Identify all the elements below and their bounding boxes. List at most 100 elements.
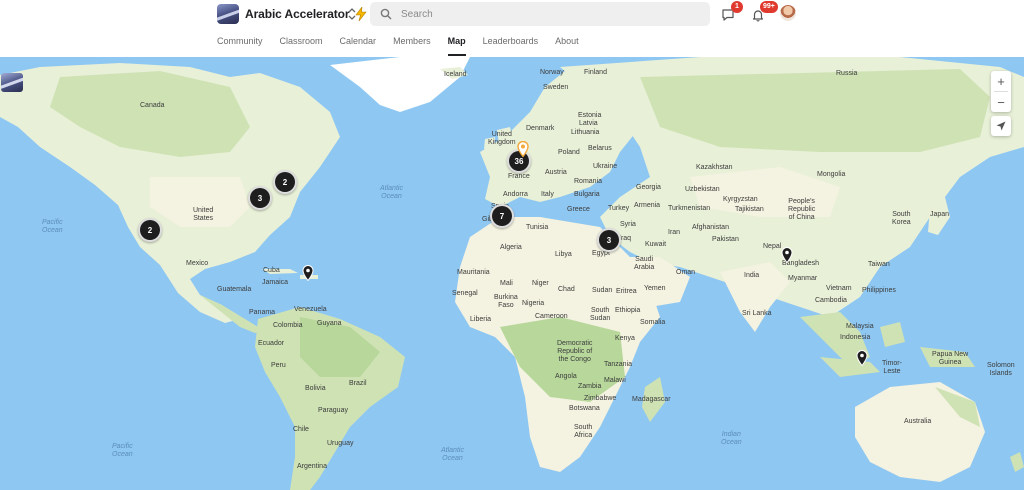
label-kenya: Kenya [615, 335, 635, 342]
world-map[interactable]: Russia Canada Iceland Norway Finland Swe… [0, 57, 1024, 490]
label-estonia: Estonia [578, 112, 602, 119]
search-input[interactable] [401, 8, 701, 20]
zoom-controls: + − [991, 71, 1011, 112]
tab-classroom[interactable]: Classroom [280, 36, 323, 56]
member-pin-bangladesh[interactable] [781, 246, 793, 264]
label-united-kingdom: United Kingdom [488, 131, 516, 146]
user-avatar[interactable] [780, 5, 796, 21]
label-kuwait: Kuwait [645, 241, 667, 248]
tab-calendar[interactable]: Calendar [340, 36, 377, 56]
label-libya: Libya [555, 251, 572, 258]
tab-about[interactable]: About [555, 36, 579, 56]
label-kyrgyzstan: Kyrgyzstan [723, 196, 758, 203]
label-iran: Iran [668, 229, 681, 236]
notifications-button[interactable]: 99+ [749, 1, 778, 23]
label-turkmenistan: Turkmenistan [668, 205, 711, 212]
tab-map[interactable]: Map [447, 36, 466, 56]
label-andorra: Andorra [503, 191, 528, 198]
member-cluster-us-east[interactable]: 3 [248, 186, 272, 210]
label-russia: Russia [836, 70, 858, 77]
member-cluster-north-africa[interactable]: 7 [490, 204, 514, 228]
label-liberia: Liberia [470, 316, 492, 323]
label-india: India [744, 272, 760, 279]
label-kazakhstan: Kazakhstan [696, 164, 733, 171]
label-cameroon: Cameroon [535, 313, 568, 320]
member-pin-indonesia[interactable] [856, 349, 868, 367]
label-china: People's Republic of China [788, 198, 816, 221]
member-pin-highlighted[interactable] [517, 140, 529, 158]
tab-community[interactable]: Community [217, 36, 263, 56]
label-jamaica: Jamaica [262, 279, 289, 286]
label-nepal: Nepal [763, 243, 782, 250]
label-norway: Norway [540, 69, 564, 76]
label-guatemala: Guatemala [217, 286, 252, 293]
label-pacific-ocean-south: Pacific Ocean [112, 443, 133, 458]
label-italy: Italy [541, 191, 554, 198]
label-romania: Romania [574, 178, 603, 185]
label-oman: Oman [676, 269, 696, 276]
label-burkina-faso: Burkina Faso [494, 294, 518, 309]
label-indonesia: Indonesia [840, 334, 871, 341]
member-cluster-middle-east[interactable]: 3 [597, 228, 621, 252]
label-south-africa: South Africa [574, 424, 593, 439]
label-malaysia: Malaysia [846, 323, 874, 330]
community-thumbnail[interactable] [1, 73, 23, 92]
label-angola: Angola [555, 373, 577, 380]
tab-leaderboards[interactable]: Leaderboards [483, 36, 539, 56]
label-ukraine: Ukraine [593, 163, 618, 170]
zoom-in-button[interactable]: + [991, 71, 1011, 91]
tab-members[interactable]: Members [393, 36, 431, 56]
label-myanmar: Myanmar [788, 275, 818, 282]
label-timor-leste: Timor- Leste [882, 360, 902, 375]
label-yemen: Yemen [644, 285, 666, 292]
map-base-layer [0, 57, 1024, 490]
label-armenia: Armenia [634, 202, 661, 209]
label-chad: Chad [558, 286, 575, 293]
label-chile: Chile [293, 426, 309, 433]
label-atlantic-ocean: Atlantic Ocean [380, 185, 403, 200]
label-vietnam: Vietnam [826, 285, 852, 292]
label-tunisia: Tunisia [526, 224, 549, 231]
label-australia: Australia [904, 418, 932, 425]
member-cluster-us-west[interactable]: 2 [138, 218, 162, 242]
community-name: Arabic Accelerator [245, 7, 350, 21]
community-nav: Community Classroom Calendar Members Map… [217, 36, 579, 56]
label-mongolia: Mongolia [817, 171, 846, 178]
label-colombia: Colombia [273, 322, 303, 329]
label-philippines: Philippines [862, 287, 896, 294]
label-zambia: Zambia [578, 383, 602, 390]
member-pin-caribbean[interactable] [302, 264, 314, 282]
label-austria: Austria [545, 169, 567, 176]
label-syria: Syria [620, 221, 636, 228]
label-bulgaria: Bulgaria [574, 191, 600, 198]
member-cluster-canada-east[interactable]: 2 [273, 170, 297, 194]
chevron-updown-icon[interactable] [346, 6, 358, 22]
label-nigeria: Nigeria [522, 300, 545, 307]
label-finland: Finland [584, 69, 607, 76]
locate-button[interactable] [991, 116, 1011, 136]
label-drc: Democratic Republic of the Congo [557, 340, 593, 363]
community-brand[interactable]: Arabic Accelerator [217, 4, 368, 24]
chat-button[interactable]: 1 [719, 1, 743, 23]
label-lithuania: Lithuania [571, 129, 600, 136]
label-tanzania: Tanzania [604, 361, 633, 368]
label-south-sudan: South Sudan [590, 307, 611, 322]
label-solomon-islands: Solomon Islands [987, 362, 1015, 377]
label-atlantic-ocean-south: Atlantic Ocean [441, 447, 464, 462]
top-header: Arabic Accelerator 1 99+ Community Class… [0, 0, 1024, 57]
label-saudi-arabia: Saudi Arabia [634, 256, 655, 271]
label-poland: Poland [558, 149, 580, 156]
label-algeria: Algeria [500, 244, 522, 251]
label-venezuela: Venezuela [294, 306, 327, 313]
label-madagascar: Madagascar [632, 396, 671, 403]
zoom-out-button[interactable]: − [991, 92, 1011, 112]
label-peru: Peru [271, 362, 286, 369]
label-panama: Panama [249, 309, 276, 316]
label-mauritania: Mauritania [457, 269, 490, 276]
label-georgia: Georgia [636, 184, 661, 191]
search-bar[interactable] [370, 2, 710, 26]
label-canada: Canada [140, 102, 165, 109]
label-zimbabwe: Zimbabwe [584, 395, 617, 402]
label-united-states: United States [193, 207, 214, 222]
label-paraguay: Paraguay [318, 407, 348, 414]
